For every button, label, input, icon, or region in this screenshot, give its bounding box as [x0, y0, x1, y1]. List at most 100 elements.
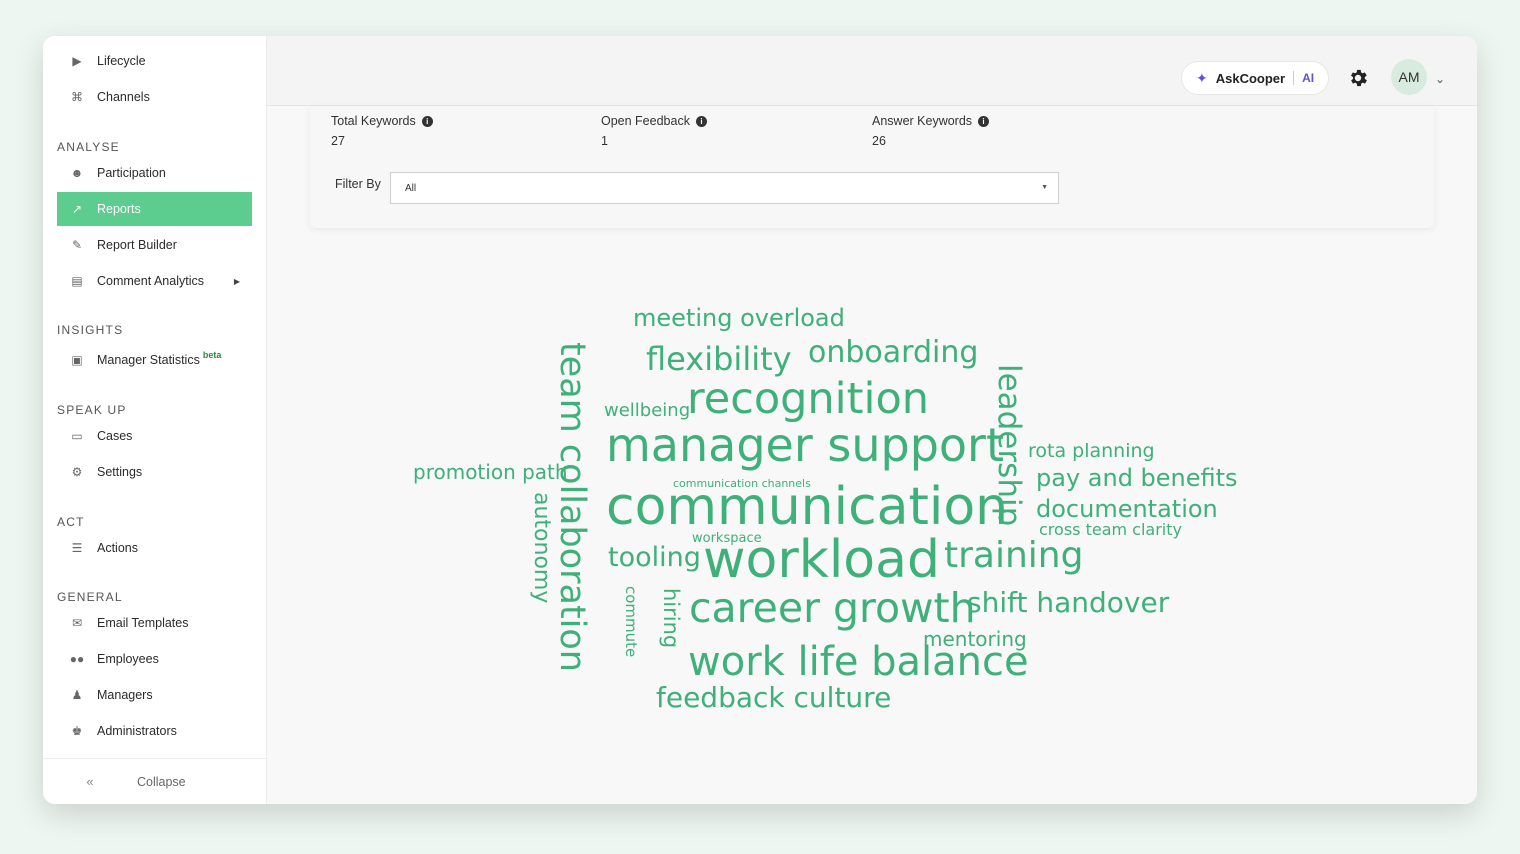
info-icon[interactable]: i	[978, 115, 990, 127]
sidebar-item-label: Comment Analytics	[97, 274, 204, 288]
folder-icon: ▭	[71, 429, 83, 443]
beta-badge: beta	[202, 350, 222, 360]
users-icon: ●●	[69, 652, 85, 666]
word-cloud-term[interactable]: leadership	[991, 364, 1027, 526]
stat-value: 27	[331, 134, 345, 148]
chevron-down-icon[interactable]: ⌄	[1435, 72, 1445, 86]
word-cloud-term[interactable]: recognition	[687, 378, 929, 421]
crown-icon: ♚	[71, 724, 83, 738]
word-cloud-term[interactable]: pay and benefits	[1036, 466, 1238, 490]
sidebar-item-label: Participation	[97, 166, 166, 180]
word-cloud-term[interactable]: documentation	[1036, 497, 1218, 521]
word-cloud-term[interactable]: training	[944, 538, 1083, 574]
stat-total-keywords: Total Keywords i 27	[331, 114, 433, 148]
keywords-summary-card: Total Keywords i 27 Open Feedback i 1 Answ…	[310, 106, 1434, 228]
ask-cooper-button[interactable]: ✦ AskCooper AI	[1181, 61, 1330, 95]
sidebar-item-lifecycle[interactable]: ▶ Lifecycle	[57, 44, 252, 78]
sidebar-item-settings[interactable]: ⚙ Settings	[57, 455, 252, 489]
gear-icon[interactable]	[1347, 67, 1369, 89]
gear-icon: ⚙	[71, 465, 83, 479]
section-title-act: ACT	[57, 515, 85, 529]
sidebar-item-channels[interactable]: ⌘ Channels	[57, 80, 252, 114]
filter-label: Filter By	[335, 177, 381, 191]
collapse-button[interactable]: « Collapse	[43, 758, 267, 804]
word-cloud-term[interactable]: workload	[703, 534, 940, 586]
word-cloud-term[interactable]: hiring	[659, 588, 683, 648]
double-chevron-left-icon: «	[86, 774, 94, 789]
sidebar-item-label: Cases	[97, 429, 133, 443]
caret-right-icon: ▶	[233, 276, 240, 286]
sidebar-item-report-builder[interactable]: ✎ Report Builder	[57, 228, 252, 262]
sidebar-item-label: Lifecycle	[97, 54, 146, 68]
stat-value: 1	[601, 134, 608, 148]
sidebar-item-label: Administrators	[97, 724, 177, 738]
word-cloud-term[interactable]: tooling	[608, 544, 701, 571]
word-cloud-term[interactable]: work life balance	[688, 642, 1029, 682]
sidebar-item-label: Reports	[97, 202, 141, 216]
sidebar-item-administrators[interactable]: ♚ Administrators	[57, 714, 252, 748]
email-template-icon: ✉	[71, 616, 83, 630]
presentation-icon: ▣	[71, 353, 83, 367]
stat-value: 26	[872, 134, 886, 148]
sidebar-item-employees[interactable]: ●● Employees	[57, 642, 252, 676]
info-icon[interactable]: i	[421, 115, 433, 127]
sidebar-item-cases[interactable]: ▭ Cases	[57, 419, 252, 453]
top-bar: ✦ AskCooper AI AM ⌄	[267, 36, 1477, 106]
sidebar: ▶ Lifecycle ⌘ Channels ANALYSE ☻ Partici…	[43, 36, 267, 804]
word-cloud-term[interactable]: communication	[606, 481, 1008, 533]
word-cloud-term[interactable]: shift handover	[967, 589, 1169, 617]
word-cloud-term[interactable]: career growth	[689, 588, 976, 629]
word-cloud-term[interactable]: meeting overload	[633, 306, 845, 330]
sidebar-item-manager-statistics[interactable]: ▣ Manager Statistics beta	[57, 343, 252, 377]
sidebar-item-email-templates[interactable]: ✉ Email Templates	[57, 606, 252, 640]
ask-cooper-label: AskCooper	[1215, 70, 1286, 86]
bar-chart-icon: ▤	[71, 274, 83, 288]
word-cloud-term[interactable]: feedback culture	[656, 684, 891, 712]
stat-open-feedback: Open Feedback i 1	[601, 114, 707, 148]
sidebar-item-reports[interactable]: ↗ Reports	[57, 192, 252, 226]
list-icon: ☰	[71, 541, 83, 555]
word-cloud-term[interactable]: flexibility	[646, 343, 792, 375]
sidebar-item-label: Manager Statistics	[97, 353, 200, 367]
filter-selected-value: All	[405, 182, 417, 194]
antenna-icon: ⌘	[71, 90, 83, 104]
word-cloud-term[interactable]: rota planning	[1028, 442, 1155, 461]
chart-line-icon: ↗	[71, 202, 83, 216]
word-cloud-term[interactable]: autonomy	[529, 492, 554, 603]
collapse-label: Collapse	[137, 774, 186, 789]
megaphone-icon: ▶	[72, 54, 82, 68]
sidebar-item-participation[interactable]: ☻ Participation	[57, 156, 252, 190]
word-cloud-term[interactable]: promotion path	[413, 462, 568, 482]
word-cloud-term[interactable]: onboarding	[808, 338, 978, 368]
filter-select[interactable]: All ▼	[390, 172, 1059, 204]
stat-label: Open Feedback	[601, 114, 690, 128]
sidebar-item-label: Report Builder	[97, 238, 177, 252]
section-title-insights: INSIGHTS	[57, 323, 124, 337]
sparkle-icon: ✦	[1196, 69, 1208, 86]
sidebar-item-comment-analytics[interactable]: ▤ Comment Analytics ▶	[57, 264, 252, 298]
word-cloud-term[interactable]: team collaboration	[552, 342, 592, 672]
sidebar-item-managers[interactable]: ♟ Managers	[57, 678, 252, 712]
avatar[interactable]: AM	[1391, 59, 1427, 95]
sidebar-item-label: Managers	[97, 688, 153, 702]
sidebar-item-actions[interactable]: ☰ Actions	[57, 531, 252, 565]
ai-label: AI	[1302, 71, 1315, 85]
user-tie-icon: ♟	[71, 688, 83, 702]
sidebar-item-label: Email Templates	[97, 616, 189, 630]
section-title-speak-up: SPEAK UP	[57, 403, 127, 417]
caret-down-icon: ▼	[1041, 184, 1048, 191]
info-icon[interactable]: i	[695, 115, 707, 127]
section-title-general: GENERAL	[57, 590, 123, 604]
sidebar-item-label: Settings	[97, 465, 143, 479]
stat-label: Answer Keywords	[872, 114, 973, 128]
section-title-analyse: ANALYSE	[57, 140, 120, 154]
app-window: ▶ Lifecycle ⌘ Channels ANALYSE ☻ Partici…	[43, 36, 1477, 804]
sidebar-item-label: Actions	[97, 541, 138, 555]
word-cloud-term[interactable]: commute	[622, 586, 640, 657]
word-cloud-term[interactable]: manager support	[606, 422, 1004, 468]
file-edit-icon: ✎	[71, 238, 83, 252]
sidebar-item-label: Employees	[97, 652, 159, 666]
divider	[1293, 71, 1295, 85]
stat-label: Total Keywords	[331, 114, 416, 128]
sidebar-item-label: Channels	[97, 90, 150, 104]
